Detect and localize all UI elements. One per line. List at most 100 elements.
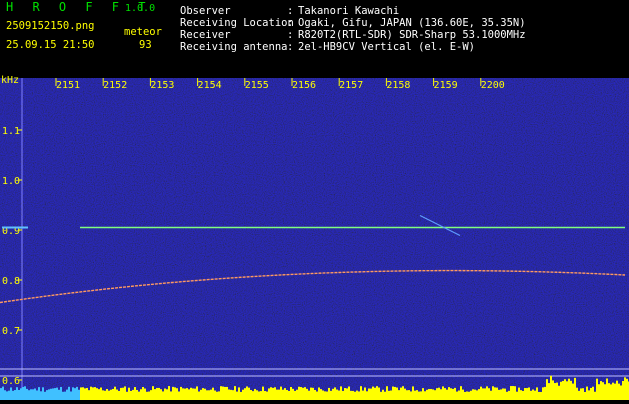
- level-bar: [522, 390, 524, 400]
- level-bar: [232, 390, 234, 400]
- level-bar: [342, 390, 344, 400]
- level-bar: [76, 386, 78, 400]
- level-bar: [142, 386, 144, 400]
- level-bar: [590, 387, 592, 400]
- level-bar: [130, 390, 132, 400]
- level-bar: [486, 386, 488, 400]
- level-bar: [330, 390, 332, 400]
- level-bar: [66, 389, 68, 400]
- level-bar: [34, 388, 36, 400]
- level-bar: [238, 387, 240, 400]
- level-bar: [396, 387, 398, 400]
- level-bar: [288, 390, 290, 400]
- info-separator: :: [287, 17, 294, 29]
- level-bar: [462, 389, 464, 400]
- level-bar: [312, 387, 314, 400]
- level-bar: [594, 391, 596, 400]
- level-bar: [544, 386, 546, 400]
- level-bar: [388, 390, 390, 400]
- level-bar: [264, 391, 266, 400]
- level-bar: [164, 388, 166, 400]
- level-bar: [532, 389, 534, 400]
- level-bar: [36, 390, 38, 400]
- level-bar: [244, 388, 246, 400]
- time-label: 2153: [150, 80, 174, 91]
- level-bar: [56, 387, 58, 400]
- level-bar: [364, 387, 366, 400]
- level-bar: [444, 388, 446, 400]
- info-value-observer: Takanori Kawachi: [298, 5, 400, 17]
- level-bar: [220, 386, 222, 400]
- time-label: 2157: [339, 80, 363, 91]
- level-bar: [90, 386, 92, 400]
- level-bar: [474, 389, 476, 400]
- level-bar: [402, 386, 404, 400]
- level-bar: [434, 390, 436, 400]
- level-bar: [42, 387, 44, 400]
- level-bar: [414, 390, 416, 400]
- level-bar: [250, 389, 252, 400]
- level-bar: [384, 391, 386, 400]
- level-bar: [482, 388, 484, 400]
- level-bar: [190, 387, 192, 400]
- level-bar: [68, 386, 70, 400]
- level-bar: [150, 390, 152, 400]
- level-bar: [316, 391, 318, 400]
- level-bar: [126, 391, 128, 400]
- level-bar: [536, 387, 538, 400]
- level-bar: [308, 390, 310, 400]
- level-bar: [4, 390, 6, 400]
- level-bar: [440, 389, 442, 400]
- level-bar: [168, 386, 170, 400]
- level-bar: [398, 390, 400, 400]
- level-bar: [464, 391, 466, 400]
- info-label-receiver: Receiver: [180, 29, 231, 41]
- level-bar: [540, 391, 542, 400]
- level-bar: [60, 386, 62, 400]
- level-bar: [336, 389, 338, 400]
- level-bar: [472, 389, 474, 400]
- level-bar: [302, 387, 304, 400]
- level-bar: [332, 388, 334, 400]
- level-bar: [172, 386, 174, 400]
- level-bar: [58, 389, 60, 400]
- level-bar: [158, 387, 160, 400]
- level-bar: [344, 388, 346, 400]
- level-bar: [530, 390, 532, 400]
- level-bar: [492, 386, 494, 400]
- level-bar: [566, 381, 568, 400]
- level-bar: [178, 391, 180, 400]
- level-bar: [48, 389, 50, 400]
- level-bar: [404, 388, 406, 400]
- level-bar: [180, 386, 182, 400]
- level-bar: [108, 390, 110, 400]
- level-bar: [328, 387, 330, 400]
- level-bar: [430, 388, 432, 400]
- level-bar: [350, 390, 352, 400]
- level-bar: [6, 391, 8, 400]
- level-bar: [624, 377, 626, 400]
- level-bar: [92, 387, 94, 400]
- level-bar: [208, 390, 210, 400]
- level-bar: [466, 391, 468, 400]
- level-bar: [458, 390, 460, 400]
- info-label-antenna: Receiving antenna: [180, 41, 288, 53]
- level-bar: [588, 390, 590, 400]
- level-bar: [320, 389, 322, 400]
- level-bar: [62, 391, 64, 400]
- level-bar: [276, 389, 278, 400]
- level-bar: [412, 386, 414, 400]
- level-bar: [50, 388, 52, 400]
- level-bar: [100, 387, 102, 400]
- level-bar: [380, 391, 382, 400]
- level-bar: [626, 378, 628, 400]
- level-bar: [194, 388, 196, 400]
- level-bar: [86, 387, 88, 400]
- level-bar: [70, 391, 72, 400]
- level-bar: [564, 379, 566, 400]
- level-bar: [554, 383, 556, 400]
- level-bar: [498, 389, 500, 400]
- level-bar: [450, 388, 452, 400]
- info-separator: :: [287, 29, 294, 41]
- level-bar: [138, 391, 140, 400]
